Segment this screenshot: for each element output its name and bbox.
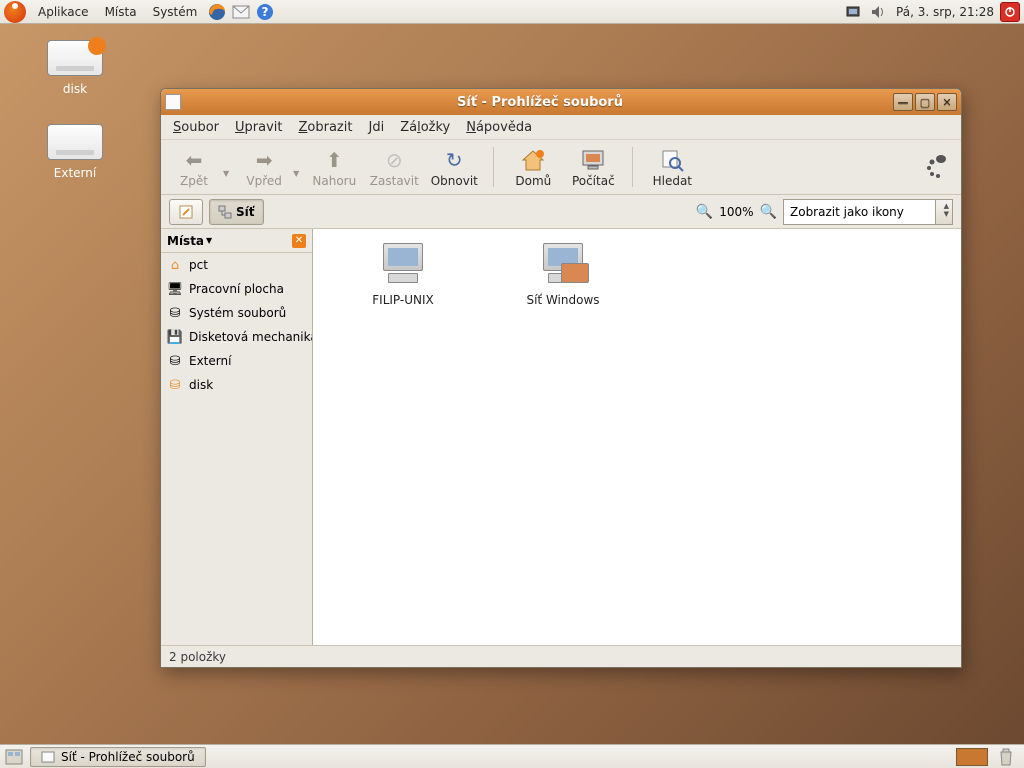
statusbar: 2 položky <box>161 645 961 667</box>
chevron-down-icon: ▼ <box>206 236 212 245</box>
reload-button[interactable]: ↻ Obnovit <box>429 146 479 188</box>
minimize-button[interactable]: — <box>893 93 913 111</box>
computer-icon <box>579 146 607 174</box>
menubar: Soubor Upravit Zobrazit Jdi Záložky Nápo… <box>161 115 961 139</box>
bottom-tray <box>956 747 1024 767</box>
home-icon <box>519 146 547 174</box>
ubuntu-logo-icon[interactable] <box>4 1 26 23</box>
file-browser-window: Síť - Prohlížeč souborů — ▢ ✕ Soubor Upr… <box>160 88 962 668</box>
firefox-icon[interactable] <box>207 2 227 22</box>
bottom-panel: Síť - Prohlížeč souborů <box>0 744 1024 768</box>
taskbar-item[interactable]: Síť - Prohlížeč souborů <box>30 747 206 767</box>
menu-system[interactable]: Systém <box>145 5 206 19</box>
separator <box>493 147 494 187</box>
gnome-throbber-icon <box>921 151 953 183</box>
help-icon[interactable]: ? <box>255 2 275 22</box>
workspace-switcher[interactable] <box>956 748 988 766</box>
trash-icon[interactable] <box>996 747 1016 767</box>
titlebar[interactable]: Síť - Prohlížeč souborů — ▢ ✕ <box>161 89 961 115</box>
sidebar-item-filesystem[interactable]: ⛁Systém souborů <box>161 301 312 325</box>
toolbar: ⬅ Zpět ▼ ➡ Vpřed ▼ ⬆ Nahoru ⊘ Zastavit ↻… <box>161 139 961 195</box>
home-button[interactable]: Domů <box>508 146 558 188</box>
desktop-icon-external[interactable]: Externí <box>30 124 120 180</box>
menu-file[interactable]: Soubor <box>167 118 225 137</box>
svg-text:?: ? <box>262 5 269 19</box>
menu-view[interactable]: Zobrazit <box>293 118 359 137</box>
sidebar-item-disk[interactable]: ⛁disk <box>161 373 312 397</box>
arrow-left-icon: ⬅ <box>180 146 208 174</box>
sidebar-item-home[interactable]: ⌂pct <box>161 253 312 277</box>
window-title: Síť - Prohlížeč souborů <box>187 95 893 110</box>
location-bar: Síť 🔍 100% 🔍 Zobrazit jako ikony ▲▼ <box>161 195 961 229</box>
menu-go[interactable]: Jdi <box>362 118 390 137</box>
home-folder-icon: ⌂ <box>167 257 183 273</box>
window-icon <box>165 94 181 110</box>
separator <box>632 147 633 187</box>
zoom-level: 100% <box>719 205 753 219</box>
path-button-network[interactable]: Síť <box>209 199 264 225</box>
menu-edit[interactable]: Upravit <box>229 118 288 137</box>
top-panel: Aplikace Místa Systém ? Pá, 3. srp, 21:2… <box>0 0 1024 24</box>
network-item-computer[interactable]: FILIP-UNIX <box>353 243 453 307</box>
desktop-icons: disk Externí <box>30 40 120 208</box>
shutdown-button[interactable] <box>1000 2 1020 22</box>
drive-icon: ⛁ <box>167 377 183 393</box>
zoom-out-button[interactable]: 🔍 <box>696 204 713 220</box>
view-mode-select[interactable]: Zobrazit jako ikony ▲▼ <box>783 199 953 225</box>
window-body: Místa ▼ ✕ ⌂pct 🖥Pracovní plocha ⛁Systém … <box>161 229 961 645</box>
stop-button[interactable]: ⊘ Zastavit <box>369 146 419 188</box>
menu-bookmarks[interactable]: Záložky <box>394 118 456 137</box>
up-button[interactable]: ⬆ Nahoru <box>309 146 359 188</box>
drive-icon <box>47 40 103 76</box>
network-icon[interactable] <box>844 2 864 22</box>
back-dropdown[interactable]: ▼ <box>223 169 229 178</box>
forward-button[interactable]: ➡ Vpřed <box>239 146 289 188</box>
sidebar-item-external[interactable]: ⛁Externí <box>161 349 312 373</box>
sidebar: Místa ▼ ✕ ⌂pct 🖥Pracovní plocha ⛁Systém … <box>161 229 313 645</box>
show-desktop-button[interactable] <box>4 747 24 767</box>
sidebar-close-button[interactable]: ✕ <box>292 234 306 248</box>
arrow-up-icon: ⬆ <box>320 146 348 174</box>
network-group-icon <box>539 243 587 287</box>
arrow-right-icon: ➡ <box>250 146 278 174</box>
panel-tray: Pá, 3. srp, 21:28 <box>842 2 1024 22</box>
sidebar-item-desktop[interactable]: 🖥Pracovní plocha <box>161 277 312 301</box>
desktop-icon-disk[interactable]: disk <box>30 40 120 96</box>
desktop-icon: 🖥 <box>167 281 183 297</box>
maximize-button[interactable]: ▢ <box>915 93 935 111</box>
computer-button[interactable]: Počítač <box>568 146 618 188</box>
close-button[interactable]: ✕ <box>937 93 957 111</box>
floppy-icon: 💾 <box>167 329 183 345</box>
desktop-icon-label: Externí <box>30 166 120 180</box>
mail-icon[interactable] <box>231 2 251 22</box>
search-icon <box>658 146 686 174</box>
desktop-icon-label: disk <box>30 82 120 96</box>
clock[interactable]: Pá, 3. srp, 21:28 <box>890 5 1000 19</box>
sidebar-header[interactable]: Místa ▼ ✕ <box>161 229 312 253</box>
volume-icon[interactable] <box>868 2 888 22</box>
menu-places[interactable]: Místa <box>97 5 145 19</box>
menu-applications[interactable]: Aplikace <box>30 5 97 19</box>
status-text: 2 položky <box>169 650 226 664</box>
chevron-updown-icon: ▲▼ <box>944 202 949 218</box>
back-button[interactable]: ⬅ Zpět <box>169 146 219 188</box>
edit-location-button[interactable] <box>169 199 203 225</box>
zoom-in-button[interactable]: 🔍 <box>760 204 777 220</box>
forward-dropdown[interactable]: ▼ <box>293 169 299 178</box>
menu-help[interactable]: Nápověda <box>460 118 538 137</box>
drive-icon: ⛁ <box>167 353 183 369</box>
search-button[interactable]: Hledat <box>647 146 697 188</box>
reload-icon: ↻ <box>440 146 468 174</box>
sidebar-item-floppy[interactable]: 💾Disketová mechanika <box>161 325 312 349</box>
network-item-windows[interactable]: Síť Windows <box>513 243 613 307</box>
computer-icon <box>379 243 427 287</box>
icon-view[interactable]: FILIP-UNIX Síť Windows <box>313 229 961 645</box>
sidebar-list: ⌂pct 🖥Pracovní plocha ⛁Systém souborů 💾D… <box>161 253 312 645</box>
stop-icon: ⊘ <box>380 146 408 174</box>
drive-icon <box>47 124 103 160</box>
drive-icon: ⛁ <box>167 305 183 321</box>
